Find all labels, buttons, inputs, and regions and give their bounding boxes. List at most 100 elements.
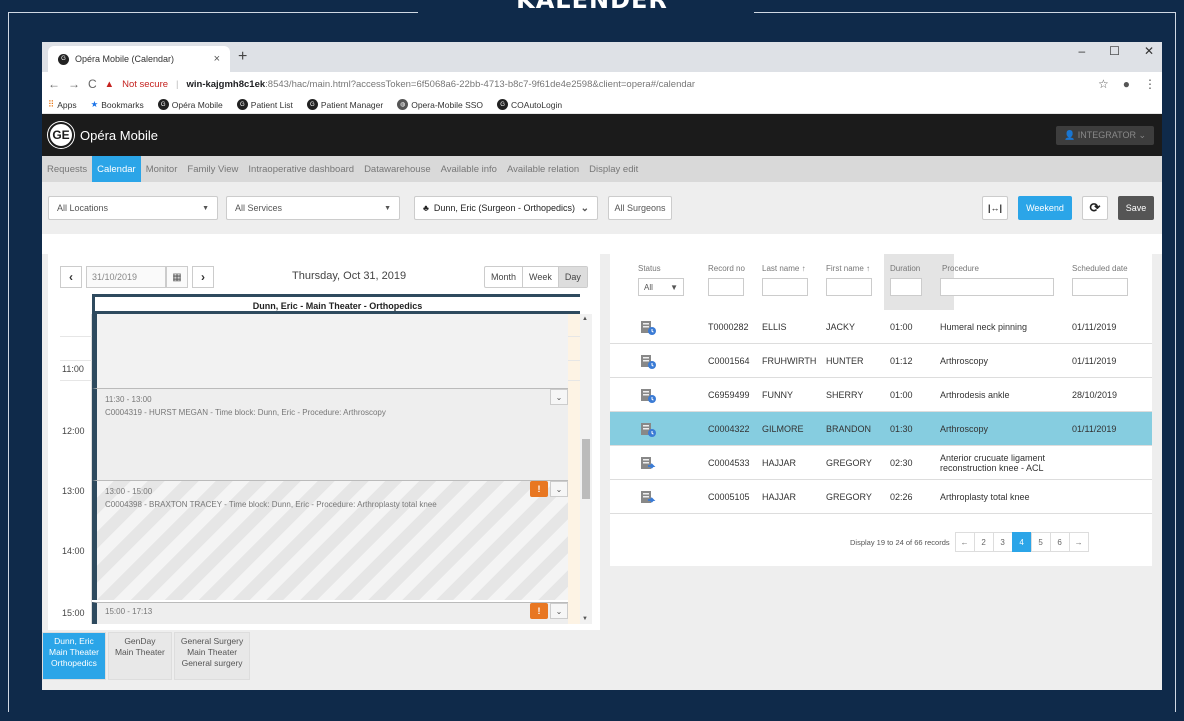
prev-page-button[interactable]: ←: [954, 532, 975, 552]
header-duration[interactable]: Duration: [890, 264, 920, 273]
all-surgeons-button[interactable]: All Surgeons: [608, 196, 672, 220]
next-day-button[interactable]: ›: [192, 266, 214, 288]
cell-first: HUNTER: [826, 356, 864, 366]
alert-icon[interactable]: !: [530, 481, 548, 497]
surgeon-select[interactable]: ♣ Dunn, Eric (Surgeon - Orthopedics) ⌄: [414, 196, 598, 220]
bookmark-apps[interactable]: ⠿ Apps: [48, 99, 77, 110]
locations-select[interactable]: All Locations ▼: [48, 196, 218, 220]
menu-datawarehouse[interactable]: Datawarehouse: [359, 156, 436, 182]
header-status[interactable]: Status: [638, 264, 661, 273]
day-label: Thursday, Oct 31, 2019: [292, 270, 407, 282]
reload-icon[interactable]: C: [88, 77, 97, 91]
services-select[interactable]: All Services ▼: [226, 196, 400, 220]
bookmark-bookmarks[interactable]: ★ Bookmarks: [91, 99, 144, 110]
header-scheduled-date[interactable]: Scheduled date: [1072, 264, 1128, 273]
forward-icon[interactable]: →: [68, 77, 80, 91]
warning-icon[interactable]: ▲: [105, 79, 114, 90]
menu-calendar[interactable]: Calendar: [92, 156, 141, 182]
status-cell: [640, 378, 656, 412]
tab-close-icon[interactable]: ×: [214, 53, 220, 65]
menu-available-info[interactable]: Available info: [436, 156, 502, 182]
free-slot[interactable]: [92, 314, 568, 388]
not-secure-label[interactable]: Not secure: [122, 79, 168, 90]
header-record-no[interactable]: Record no: [708, 264, 745, 273]
resource-tab-general-surgery[interactable]: General Surgery Main Theater General surge…: [173, 632, 251, 680]
view-week[interactable]: Week: [523, 267, 559, 287]
new-tab-button[interactable]: +: [238, 48, 247, 66]
menu-intraoperative-dashboard[interactable]: Intraoperative dashboard: [243, 156, 359, 182]
browser-tab[interactable]: G Opéra Mobile (Calendar) ×: [48, 46, 230, 72]
header-procedure[interactable]: Procedure: [942, 264, 979, 273]
resource-tab-dunn[interactable]: Dunn, Eric Main Theater Orthopedics: [42, 632, 106, 680]
chevron-down-icon[interactable]: ⌄: [550, 389, 568, 405]
bookmark-patient-list[interactable]: G Patient List: [236, 99, 293, 110]
chevron-down-icon[interactable]: ⌄: [550, 481, 568, 497]
duration-filter-input[interactable]: [890, 278, 922, 296]
scrollbar-thumb[interactable]: [582, 439, 590, 499]
address-bar: ← → C ▲ Not secure | win-kajgmh8c1ek:854…: [42, 72, 1162, 96]
scheduled-filter-input[interactable]: [1072, 278, 1128, 296]
chevron-down-icon[interactable]: ⌄: [550, 603, 568, 619]
apps-grid-icon: ⠿: [48, 99, 55, 109]
resource-tab-genday[interactable]: GenDay Main Theater: [107, 632, 172, 680]
cell-procedure: Arthroscopy: [940, 424, 989, 434]
page-6-button[interactable]: 6: [1049, 532, 1070, 552]
table-row[interactable]: T0000282 ELLIS JACKY 01:00 Humeral neck pinn…: [610, 310, 1152, 344]
menu-monitor[interactable]: Monitor: [141, 156, 183, 182]
calendar-event[interactable]: 11:30 - 13:00 C0004319 - HURST MEGAN - T…: [92, 388, 568, 480]
calendar-event[interactable]: 13:00 - 15:00 C0004398 - BRAXTON TRACEY …: [92, 480, 568, 600]
page-3-button[interactable]: 3: [992, 532, 1013, 552]
bookmark-coautologin[interactable]: G COAutoLogin: [497, 99, 562, 110]
view-month[interactable]: Month: [485, 267, 524, 287]
menu-requests[interactable]: Requests: [42, 156, 92, 182]
calendar-event[interactable]: 15:00 - 17:13 ! ⌄: [92, 602, 568, 624]
table-row[interactable]: C0001564 FRUHWIRTH HUNTER 01:12 Arthroscopy 0…: [610, 344, 1152, 378]
prev-day-button[interactable]: ‹: [60, 266, 82, 288]
minimize-icon[interactable]: –: [1078, 44, 1085, 58]
first-name-filter-input[interactable]: [826, 278, 872, 296]
header-first-name[interactable]: First name ↑: [826, 264, 870, 273]
maximize-icon[interactable]: ☐: [1109, 44, 1120, 58]
browser-tab-strip: G Opéra Mobile (Calendar) × + – ☐ ✕: [42, 42, 1162, 72]
scheduled-clock-icon: [640, 388, 656, 403]
scroll-down-icon[interactable]: ▼: [582, 616, 588, 622]
menu-display-edit[interactable]: Display edit: [584, 156, 643, 182]
star-icon[interactable]: ☆: [1098, 77, 1109, 91]
view-day[interactable]: Day: [558, 267, 587, 287]
refresh-icon[interactable]: ⟳: [1082, 196, 1108, 220]
more-menu-icon[interactable]: ⋮: [1144, 77, 1156, 91]
date-input[interactable]: 31/10/2019: [86, 266, 166, 288]
url-field[interactable]: win-kajgmh8c1ek:8543/hac/main.html?acces…: [186, 79, 695, 90]
alert-icon[interactable]: !: [530, 603, 548, 619]
profile-icon[interactable]: ●: [1123, 77, 1130, 91]
scroll-up-icon[interactable]: ▲: [582, 316, 588, 322]
table-row[interactable]: C0004533 HAJJAR GREGORY 02:30 Anterior crucu…: [610, 446, 1152, 480]
calendar-icon[interactable]: ▦: [166, 266, 188, 288]
menu-available-relation[interactable]: Available relation: [502, 156, 584, 182]
weekend-button[interactable]: Weekend: [1018, 196, 1072, 220]
bookmark-opera-sso[interactable]: ◍ Opera-Mobile SSO: [397, 99, 483, 110]
header-last-name[interactable]: Last name ↑: [762, 264, 806, 273]
next-page-button[interactable]: →: [1068, 532, 1089, 552]
sort-up-icon: ↑: [801, 264, 806, 273]
page-4-button[interactable]: 4: [1011, 532, 1032, 552]
bookmark-patient-manager[interactable]: G Patient Manager: [306, 99, 383, 110]
page-2-button[interactable]: 2: [973, 532, 994, 552]
page-5-button[interactable]: 5: [1030, 532, 1051, 552]
save-button[interactable]: Save: [1118, 196, 1154, 220]
record-filter-input[interactable]: [708, 278, 744, 296]
back-icon[interactable]: ←: [48, 77, 60, 91]
close-window-icon[interactable]: ✕: [1144, 44, 1154, 58]
fit-width-icon[interactable]: |↔|: [982, 196, 1008, 220]
procedure-filter-input[interactable]: [940, 278, 1054, 296]
calendar-scrollbar[interactable]: ▲ ▼: [580, 314, 592, 624]
cell-last: ELLIS: [762, 322, 787, 332]
last-name-filter-input[interactable]: [762, 278, 808, 296]
table-row[interactable]: C0004322 GILMORE BRANDON 01:30 Arthroscopy 01…: [610, 412, 1152, 446]
bookmark-opera-mobile[interactable]: G Opéra Mobile: [157, 99, 223, 110]
table-row[interactable]: C6959499 FUNNY SHERRY 01:00 Arthrodesis ankl…: [610, 378, 1152, 412]
menu-family-view[interactable]: Family View: [182, 156, 243, 182]
table-row[interactable]: C0005105 HAJJAR GREGORY 02:26 Arthroplasty t…: [610, 480, 1152, 514]
status-filter[interactable]: All ▼: [638, 278, 684, 296]
user-menu-button[interactable]: 👤 INTEGRATOR ⌄: [1056, 126, 1154, 145]
